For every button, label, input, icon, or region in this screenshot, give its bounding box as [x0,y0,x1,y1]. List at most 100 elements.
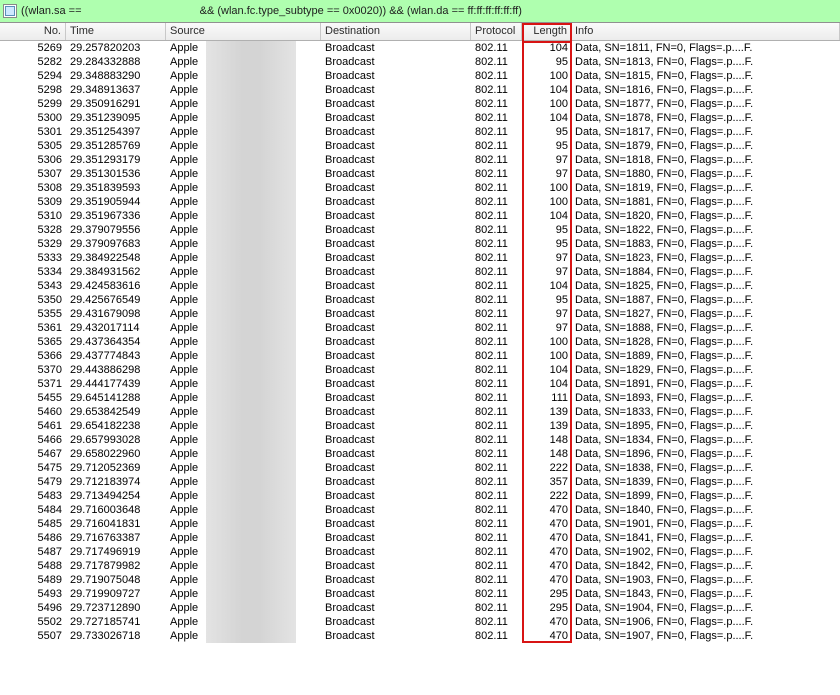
cell-length: 222 [522,489,572,503]
table-row[interactable]: 548929.719075048AppleBroadcast802.11470D… [0,573,840,587]
cell-no: 5361 [0,321,66,335]
table-row[interactable]: 548429.716003648AppleBroadcast802.11470D… [0,503,840,517]
table-row[interactable]: 529429.348883290AppleBroadcast802.11100D… [0,69,840,83]
cell-destination: Broadcast [321,391,471,405]
table-row[interactable]: 550729.733026718AppleBroadcast802.11470D… [0,629,840,643]
table-row[interactable]: 533329.384922548AppleBroadcast802.1197Da… [0,251,840,265]
cell-destination: Broadcast [321,293,471,307]
table-row[interactable]: 536629.437774843AppleBroadcast802.11100D… [0,349,840,363]
table-row[interactable]: 549329.719909727AppleBroadcast802.11295D… [0,587,840,601]
cell-source: Apple [166,377,321,391]
table-row[interactable]: 530629.351293179AppleBroadcast802.1197Da… [0,153,840,167]
table-row[interactable]: 536129.432017114AppleBroadcast802.1197Da… [0,321,840,335]
source-redacted [206,377,296,391]
cell-source: Apple [166,251,321,265]
col-header-no[interactable]: No. [0,23,66,40]
source-redacted [206,587,296,601]
cell-info: Data, SN=1823, FN=0, Flags=.p....F. [572,251,840,265]
cell-protocol: 802.11 [471,195,522,209]
cell-length: 97 [522,321,572,335]
table-row[interactable]: 548629.716763387AppleBroadcast802.11470D… [0,531,840,545]
table-row[interactable]: 530829.351839593AppleBroadcast802.11100D… [0,181,840,195]
table-row[interactable]: 537029.443886298AppleBroadcast802.11104D… [0,363,840,377]
cell-no: 5343 [0,279,66,293]
cell-source: Apple [166,279,321,293]
table-row[interactable]: 535529.431679098AppleBroadcast802.1197Da… [0,307,840,321]
cell-no: 5329 [0,237,66,251]
table-row[interactable]: 530029.351239095AppleBroadcast802.11104D… [0,111,840,125]
table-row[interactable]: 547529.712052369AppleBroadcast802.11222D… [0,461,840,475]
table-row[interactable]: 549629.723712890AppleBroadcast802.11295D… [0,601,840,615]
table-row[interactable]: 530929.351905944AppleBroadcast802.11100D… [0,195,840,209]
table-row[interactable]: 548729.717496919AppleBroadcast802.11470D… [0,545,840,559]
table-row[interactable]: 537129.444177439AppleBroadcast802.11104D… [0,377,840,391]
table-row[interactable]: 545529.645141288AppleBroadcast802.11111D… [0,391,840,405]
cell-info: Data, SN=1825, FN=0, Flags=.p....F. [572,279,840,293]
col-header-length[interactable]: Length [522,23,572,40]
table-row[interactable]: 529829.348913637AppleBroadcast802.11104D… [0,83,840,97]
cell-info: Data, SN=1815, FN=0, Flags=.p....F. [572,69,840,83]
table-row[interactable]: 548829.717879982AppleBroadcast802.11470D… [0,559,840,573]
cell-protocol: 802.11 [471,125,522,139]
packet-list-body[interactable]: 526929.257820203AppleBroadcast802.11104D… [0,41,840,643]
table-row[interactable]: 536529.437364354AppleBroadcast802.11100D… [0,335,840,349]
cell-no: 5305 [0,139,66,153]
cell-length: 357 [522,475,572,489]
col-header-dest[interactable]: Destination [321,23,471,40]
cell-info: Data, SN=1895, FN=0, Flags=.p....F. [572,419,840,433]
table-row[interactable]: 535029.425676549AppleBroadcast802.1195Da… [0,293,840,307]
cell-time: 29.717496919 [66,545,166,559]
source-redacted [206,447,296,461]
table-row[interactable]: 546729.658022960AppleBroadcast802.11148D… [0,447,840,461]
cell-time: 29.437364354 [66,335,166,349]
bookmark-icon[interactable] [3,4,17,18]
col-header-time[interactable]: Time [66,23,166,40]
cell-source: Apple [166,573,321,587]
cell-no: 5484 [0,503,66,517]
cell-time: 29.351254397 [66,125,166,139]
cell-length: 470 [522,615,572,629]
cell-length: 97 [522,251,572,265]
table-row[interactable]: 533429.384931562AppleBroadcast802.1197Da… [0,265,840,279]
cell-time: 29.733026718 [66,629,166,643]
table-row[interactable]: 546029.653842549AppleBroadcast802.11139D… [0,405,840,419]
col-header-source[interactable]: Source [166,23,321,40]
table-row[interactable]: 546629.657993028AppleBroadcast802.11148D… [0,433,840,447]
cell-source: Apple [166,587,321,601]
table-row[interactable]: 526929.257820203AppleBroadcast802.11104D… [0,41,840,55]
table-row[interactable]: 550229.727185741AppleBroadcast802.11470D… [0,615,840,629]
table-row[interactable]: 532929.379097683AppleBroadcast802.1195Da… [0,237,840,251]
source-redacted [206,111,296,125]
table-row[interactable]: 547929.712183974AppleBroadcast802.11357D… [0,475,840,489]
source-redacted [206,433,296,447]
cell-source: Apple [166,419,321,433]
cell-info: Data, SN=1829, FN=0, Flags=.p....F. [572,363,840,377]
cell-length: 148 [522,433,572,447]
table-row[interactable]: 532829.379079556AppleBroadcast802.1195Da… [0,223,840,237]
cell-time: 29.424583616 [66,279,166,293]
cell-destination: Broadcast [321,349,471,363]
cell-info: Data, SN=1840, FN=0, Flags=.p....F. [572,503,840,517]
cell-protocol: 802.11 [471,601,522,615]
table-row[interactable]: 530729.351301536AppleBroadcast802.1197Da… [0,167,840,181]
display-filter-text[interactable]: ((wlan.sa == && (wlan.fc.type_subtype ==… [21,4,837,18]
filter-suffix: && (wlan.fc.type_subtype == 0x0020)) && … [197,5,522,17]
col-header-protocol[interactable]: Protocol [471,23,522,40]
cell-time: 29.432017114 [66,321,166,335]
source-redacted [206,125,296,139]
cell-protocol: 802.11 [471,223,522,237]
display-filter-bar[interactable]: ((wlan.sa == && (wlan.fc.type_subtype ==… [0,0,840,23]
table-row[interactable]: 534329.424583616AppleBroadcast802.11104D… [0,279,840,293]
table-row[interactable]: 530529.351285769AppleBroadcast802.1195Da… [0,139,840,153]
table-row[interactable]: 548329.713494254AppleBroadcast802.11222D… [0,489,840,503]
col-header-info[interactable]: Info [572,23,840,40]
table-row[interactable]: 531029.351967336AppleBroadcast802.11104D… [0,209,840,223]
table-row[interactable]: 546129.654182238AppleBroadcast802.11139D… [0,419,840,433]
table-row[interactable]: 548529.716041831AppleBroadcast802.11470D… [0,517,840,531]
table-row[interactable]: 530129.351254397AppleBroadcast802.1195Da… [0,125,840,139]
table-row[interactable]: 528229.284332888AppleBroadcast802.1195Da… [0,55,840,69]
table-row[interactable]: 529929.350916291AppleBroadcast802.11100D… [0,97,840,111]
cell-destination: Broadcast [321,531,471,545]
cell-length: 111 [522,391,572,405]
cell-time: 29.713494254 [66,489,166,503]
